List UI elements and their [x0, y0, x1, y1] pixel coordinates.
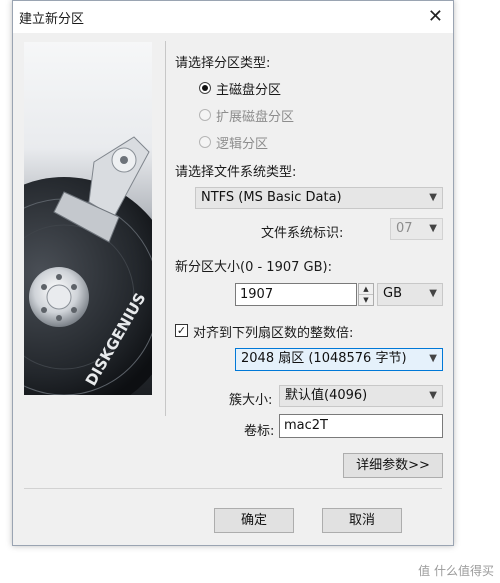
- partition-size-stepper[interactable]: ▲ ▼: [358, 283, 374, 306]
- radio-primary-partition[interactable]: [199, 82, 211, 94]
- align-checkbox[interactable]: ✓: [175, 324, 188, 337]
- partition-size-label: 新分区大小(0 - 1907 GB):: [175, 260, 332, 275]
- partition-type-label: 请选择分区类型:: [175, 56, 271, 71]
- radio-extended-partition-label[interactable]: 扩展磁盘分区: [216, 106, 294, 125]
- filesystem-select-value: NTFS (MS Basic Data): [201, 190, 342, 205]
- cluster-size-select[interactable]: 默认值(4096) ▼: [279, 385, 443, 407]
- radio-logical-partition-label[interactable]: 逻辑分区: [216, 133, 268, 152]
- chevron-down-icon: ▼: [429, 223, 437, 234]
- details-button[interactable]: 详细参数>>: [343, 453, 443, 478]
- filesystem-id-value: 07: [396, 221, 413, 236]
- chevron-down-icon: ▼: [429, 390, 437, 401]
- size-unit-select[interactable]: GB ▼: [377, 283, 443, 306]
- dialog-title: 建立新分区: [19, 12, 85, 27]
- filesystem-id-select[interactable]: 07 ▼: [390, 218, 443, 240]
- align-checkbox-label[interactable]: 对齐到下列扇区数的整数倍:: [193, 322, 353, 341]
- radio-extended-partition[interactable]: [199, 109, 211, 121]
- align-sectors-value: 2048 扇区 (1048576 字节): [241, 351, 407, 366]
- panel-divider: [165, 41, 166, 416]
- stepper-down-icon[interactable]: ▼: [359, 295, 373, 305]
- footer-divider: [24, 488, 442, 489]
- hard-disk-graphic: DISKGENIUS: [24, 136, 152, 395]
- radio-primary-partition-label[interactable]: 主磁盘分区: [216, 79, 281, 98]
- stepper-up-icon[interactable]: ▲: [359, 284, 373, 295]
- size-unit-value: GB: [383, 286, 402, 301]
- close-icon[interactable]: ✕: [428, 6, 443, 27]
- filesystem-select[interactable]: NTFS (MS Basic Data) ▼: [195, 187, 443, 209]
- new-partition-dialog: 建立新分区 ✕ DISKGENIUS 请选择分区类型: 主磁盘分区 扩展磁盘分区…: [12, 0, 454, 546]
- cluster-size-label: 簇大小:: [229, 393, 273, 408]
- title-bar[interactable]: 建立新分区 ✕: [13, 1, 453, 33]
- watermark: 值 什么值得买: [418, 564, 494, 578]
- volume-label-input[interactable]: mac2T: [279, 414, 443, 438]
- cancel-button[interactable]: 取消: [322, 508, 402, 533]
- filesystem-id-label: 文件系统标识:: [261, 226, 344, 241]
- align-sectors-select[interactable]: 2048 扇区 (1048576 字节) ▼: [235, 348, 443, 371]
- chevron-down-icon: ▼: [429, 192, 437, 203]
- volume-label-label: 卷标:: [244, 424, 275, 439]
- radio-logical-partition[interactable]: [199, 136, 211, 148]
- cluster-size-value: 默认值(4096): [285, 388, 368, 403]
- ok-button[interactable]: 确定: [214, 508, 294, 533]
- filesystem-type-label: 请选择文件系统类型:: [175, 165, 297, 180]
- chevron-down-icon: ▼: [429, 288, 437, 299]
- partition-size-input[interactable]: 1907: [235, 283, 357, 306]
- hard-disk-illustration: DISKGENIUS: [24, 42, 152, 395]
- chevron-down-icon: ▼: [429, 353, 437, 364]
